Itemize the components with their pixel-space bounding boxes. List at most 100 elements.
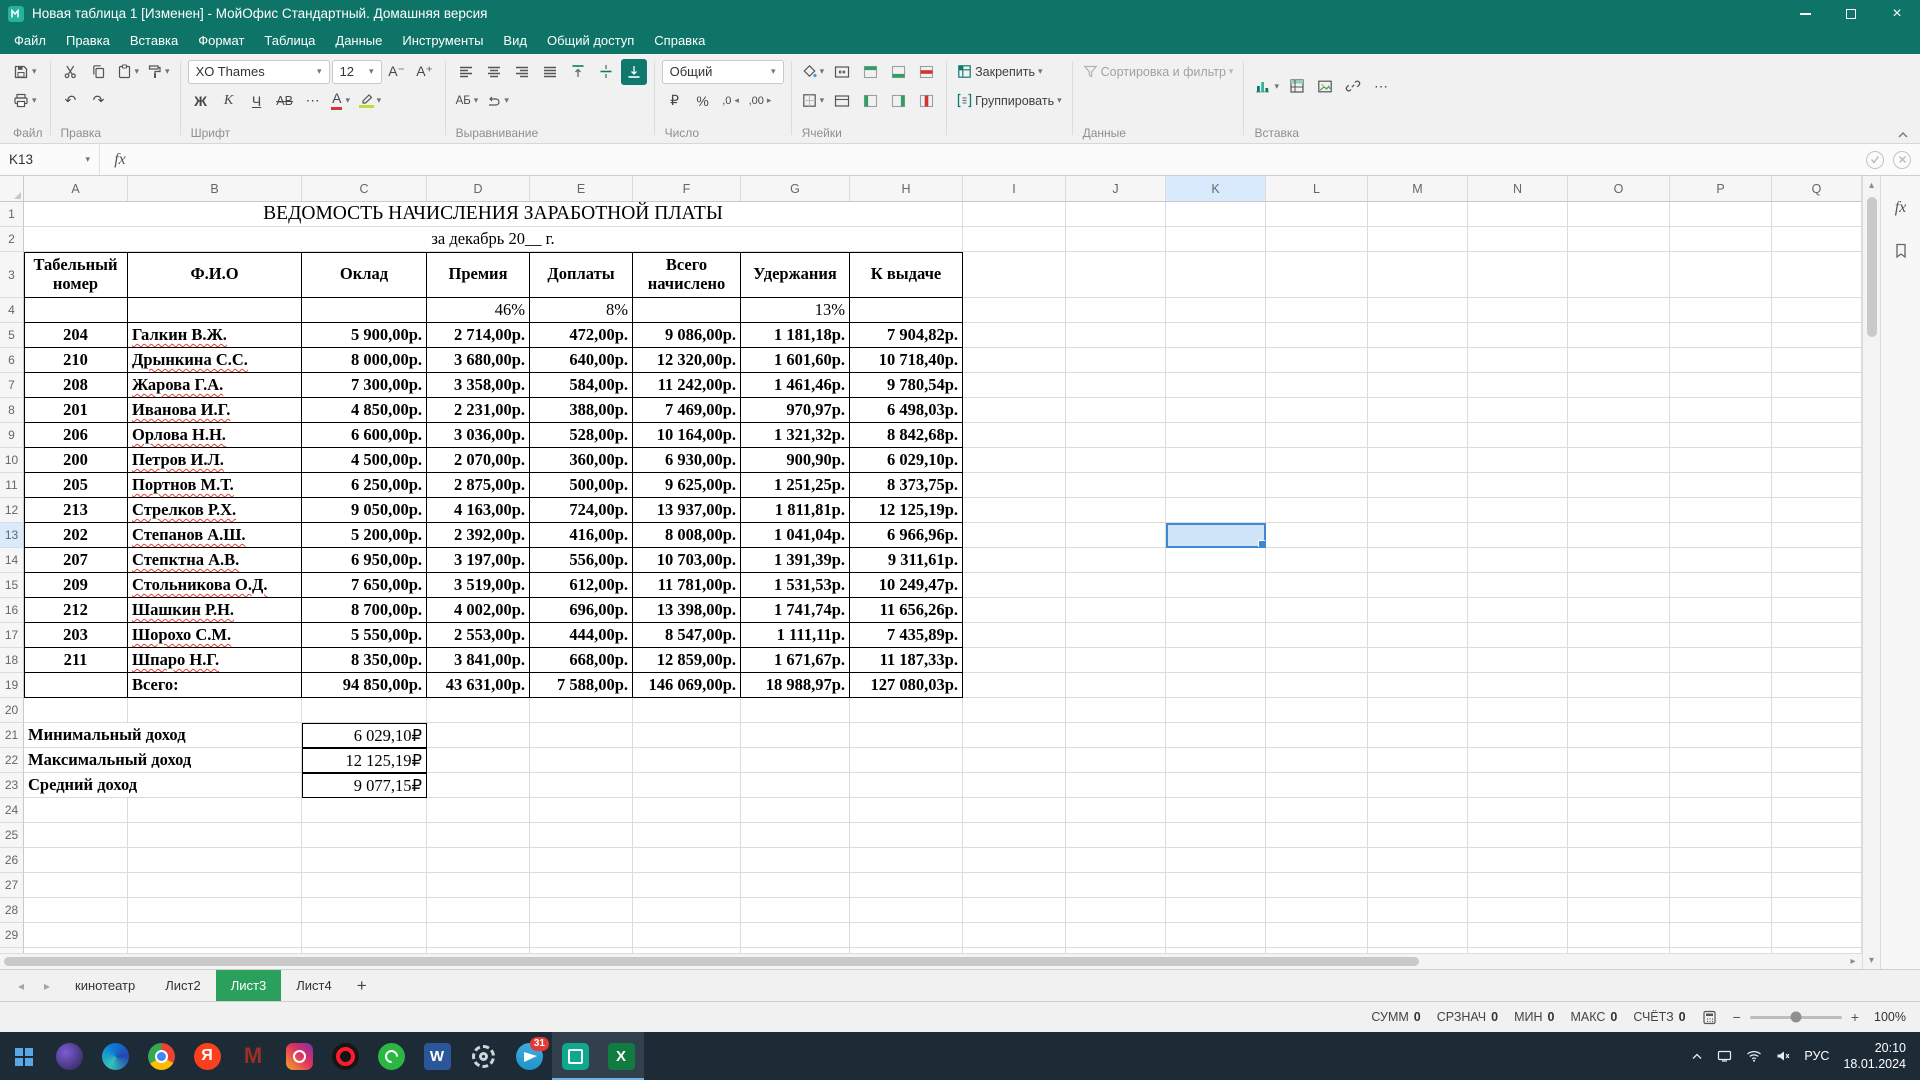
cell-G29[interactable] — [741, 923, 850, 948]
cell-Q1[interactable] — [1772, 202, 1862, 227]
cell-A1[interactable]: ВЕДОМОСТЬ НАЧИСЛЕНИЯ ЗАРАБОТНОЙ ПЛАТЫ — [24, 202, 963, 227]
menu-item-Формат[interactable]: Формат — [188, 29, 254, 52]
cell-Q15[interactable] — [1772, 573, 1862, 598]
paste-button[interactable]: ▾ — [114, 59, 143, 85]
cell-H9[interactable]: 8 842,68р. — [850, 423, 963, 448]
cell-P8[interactable] — [1670, 398, 1772, 423]
cell-K29[interactable] — [1166, 923, 1266, 948]
cell-D4[interactable]: 46% — [427, 298, 530, 323]
cell-N1[interactable] — [1468, 202, 1568, 227]
cell-I4[interactable] — [963, 298, 1066, 323]
column-header-G[interactable]: G — [741, 176, 850, 201]
cell-L6[interactable] — [1266, 348, 1368, 373]
row-header-21[interactable]: 21 — [0, 723, 24, 748]
delete-row-button[interactable] — [913, 59, 939, 85]
cell-F25[interactable] — [633, 823, 741, 848]
cell-O19[interactable] — [1568, 673, 1670, 698]
more-insert-button[interactable]: ⋯ — [1368, 73, 1394, 99]
cell-H27[interactable] — [850, 873, 963, 898]
cell-I11[interactable] — [963, 473, 1066, 498]
cell-E10[interactable]: 360,00р. — [530, 448, 633, 473]
cell-H15[interactable]: 10 249,47р. — [850, 573, 963, 598]
cell-H24[interactable] — [850, 798, 963, 823]
cell-F8[interactable]: 7 469,00р. — [633, 398, 741, 423]
cell-G19[interactable]: 18 988,97р. — [741, 673, 850, 698]
cell-P27[interactable] — [1670, 873, 1772, 898]
cell-I18[interactable] — [963, 648, 1066, 673]
insert-function-button[interactable]: fx — [100, 151, 140, 169]
cell-E3[interactable]: Доплаты — [530, 252, 633, 298]
insert-row-below-button[interactable] — [885, 59, 911, 85]
cell-L17[interactable] — [1266, 623, 1368, 648]
cell-C21[interactable]: 6 029,10₽ — [302, 723, 427, 748]
scroll-right-arrow-icon[interactable]: ▸ — [1844, 956, 1862, 967]
cell-H20[interactable] — [850, 698, 963, 723]
cell-H5[interactable]: 7 904,82р. — [850, 323, 963, 348]
cell-O24[interactable] — [1568, 798, 1670, 823]
column-header-Q[interactable]: Q — [1772, 176, 1862, 201]
cell-Q28[interactable] — [1772, 898, 1862, 923]
cell-C7[interactable]: 7 300,00р. — [302, 373, 427, 398]
cell-C15[interactable]: 7 650,00р. — [302, 573, 427, 598]
menu-item-Справка[interactable]: Справка — [644, 29, 715, 52]
font-color-button[interactable]: А ▾ — [328, 88, 354, 114]
confirm-entry-button[interactable] — [1866, 151, 1884, 169]
cell-G5[interactable]: 1 181,18р. — [741, 323, 850, 348]
cell-G3[interactable]: Удержания — [741, 252, 850, 298]
insert-column-right-button[interactable] — [885, 88, 911, 114]
cell-P24[interactable] — [1670, 798, 1772, 823]
row-header-14[interactable]: 14 — [0, 548, 24, 573]
cell-F20[interactable] — [633, 698, 741, 723]
cell-E28[interactable] — [530, 898, 633, 923]
cell-F13[interactable]: 8 008,00р. — [633, 523, 741, 548]
sheet-tab-кинотеатр[interactable]: кинотеатр — [60, 970, 150, 1001]
cell-D19[interactable]: 43 631,00р. — [427, 673, 530, 698]
cell-B11[interactable]: Портнов М.Т. — [128, 473, 302, 498]
cell-K8[interactable] — [1166, 398, 1266, 423]
cell-K9[interactable] — [1166, 423, 1266, 448]
percent-format-button[interactable]: % — [690, 88, 716, 114]
cell-O28[interactable] — [1568, 898, 1670, 923]
cell-O29[interactable] — [1568, 923, 1670, 948]
cell-K1[interactable] — [1166, 202, 1266, 227]
taskbar-telegram-icon[interactable]: 31 — [506, 1032, 552, 1080]
font-size-select[interactable]: 12 ▾ — [332, 60, 382, 84]
cell-L16[interactable] — [1266, 598, 1368, 623]
row-header-17[interactable]: 17 — [0, 623, 24, 648]
cell-P13[interactable] — [1670, 523, 1772, 548]
cell-I5[interactable] — [963, 323, 1066, 348]
cell-I21[interactable] — [963, 723, 1066, 748]
cell-C16[interactable]: 8 700,00р. — [302, 598, 427, 623]
zoom-slider[interactable] — [1750, 1016, 1842, 1019]
save-button[interactable]: ▾ — [10, 59, 40, 85]
cell-A18[interactable]: 211 — [24, 648, 128, 673]
cell-F22[interactable] — [633, 748, 741, 773]
cell-G20[interactable] — [741, 698, 850, 723]
cell-H26[interactable] — [850, 848, 963, 873]
cell-N12[interactable] — [1468, 498, 1568, 523]
cell-H25[interactable] — [850, 823, 963, 848]
cell-M26[interactable] — [1368, 848, 1468, 873]
cell-D26[interactable] — [427, 848, 530, 873]
cell-C6[interactable]: 8 000,00р. — [302, 348, 427, 373]
column-header-A[interactable]: A — [24, 176, 128, 201]
cell-J22[interactable] — [1066, 748, 1166, 773]
taskbar-clock[interactable]: 20:10 18.01.2024 — [1843, 1040, 1906, 1073]
minimize-button[interactable] — [1782, 0, 1828, 27]
cell-H14[interactable]: 9 311,61р. — [850, 548, 963, 573]
cell-B27[interactable] — [128, 873, 302, 898]
cell-N23[interactable] — [1468, 773, 1568, 798]
cell-F14[interactable]: 10 703,00р. — [633, 548, 741, 573]
cell-B14[interactable]: Степктна А.В. — [128, 548, 302, 573]
underline-button[interactable]: Ч — [244, 88, 270, 114]
zoom-value[interactable]: 100% — [1868, 1010, 1906, 1024]
cell-Q21[interactable] — [1772, 723, 1862, 748]
cell-H4[interactable] — [850, 298, 963, 323]
cell-O16[interactable] — [1568, 598, 1670, 623]
cell-L27[interactable] — [1266, 873, 1368, 898]
horizontal-scroll-thumb[interactable] — [4, 957, 1419, 966]
close-button[interactable]: × — [1874, 0, 1920, 27]
cell-J6[interactable] — [1066, 348, 1166, 373]
cell-E15[interactable]: 612,00р. — [530, 573, 633, 598]
cell-F10[interactable]: 6 930,00р. — [633, 448, 741, 473]
